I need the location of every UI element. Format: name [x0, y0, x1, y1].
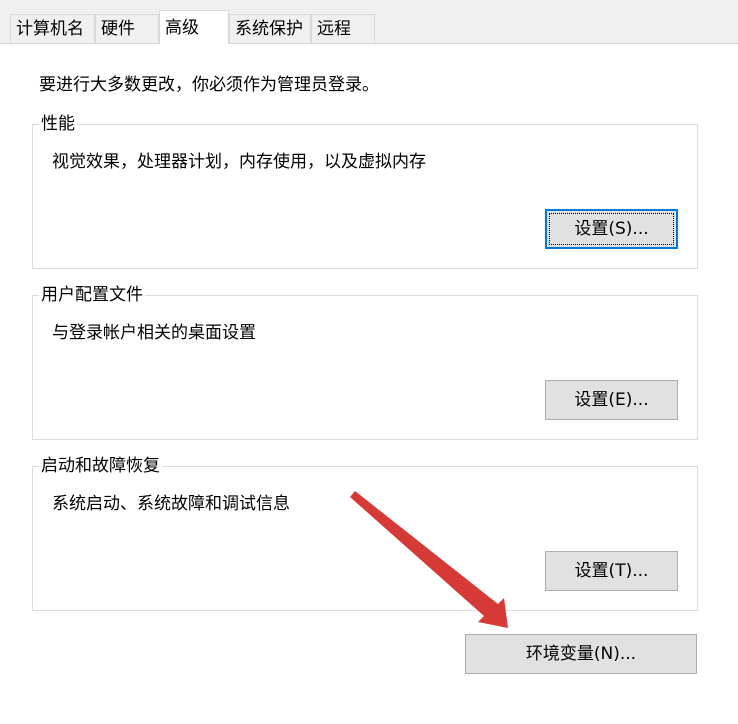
user-profiles-description: 与登录帐户相关的桌面设置 [52, 323, 256, 343]
startup-recovery-group-title: 启动和故障恢复 [39, 453, 162, 479]
environment-variables-button[interactable]: 环境变量(N)... [465, 634, 697, 674]
startup-recovery-settings-button[interactable]: 设置(T)... [545, 551, 678, 591]
performance-group: 性能 视觉效果，处理器计划，内存使用，以及虚拟内存 设置(S)... [32, 111, 698, 269]
startup-recovery-group: 启动和故障恢复 系统启动、系统故障和调试信息 设置(T)... [32, 453, 698, 611]
performance-settings-button[interactable]: 设置(S)... [545, 209, 678, 249]
performance-description: 视觉效果，处理器计划，内存使用，以及虚拟内存 [52, 152, 426, 172]
user-profiles-group: 用户配置文件 与登录帐户相关的桌面设置 设置(E)... [32, 282, 698, 440]
tab-strip: 计算机名 硬件 高级 系统保护 远程 [0, 0, 738, 44]
tab-remote[interactable]: 远程 [311, 14, 375, 43]
tab-computer-name[interactable]: 计算机名 [10, 14, 95, 43]
user-profiles-group-title: 用户配置文件 [39, 282, 145, 308]
advanced-tab-panel: 要进行大多数更改，你必须作为管理员登录。 性能 视觉效果，处理器计划，内存使用，… [0, 43, 738, 724]
user-profiles-settings-button[interactable]: 设置(E)... [545, 380, 678, 420]
admin-notice: 要进行大多数更改，你必须作为管理员登录。 [39, 75, 379, 95]
tab-advanced[interactable]: 高级 [159, 10, 229, 44]
startup-recovery-description: 系统启动、系统故障和调试信息 [52, 494, 290, 514]
tab-hardware[interactable]: 硬件 [95, 14, 159, 43]
tab-system-protection[interactable]: 系统保护 [229, 14, 311, 43]
performance-group-title: 性能 [39, 111, 77, 137]
